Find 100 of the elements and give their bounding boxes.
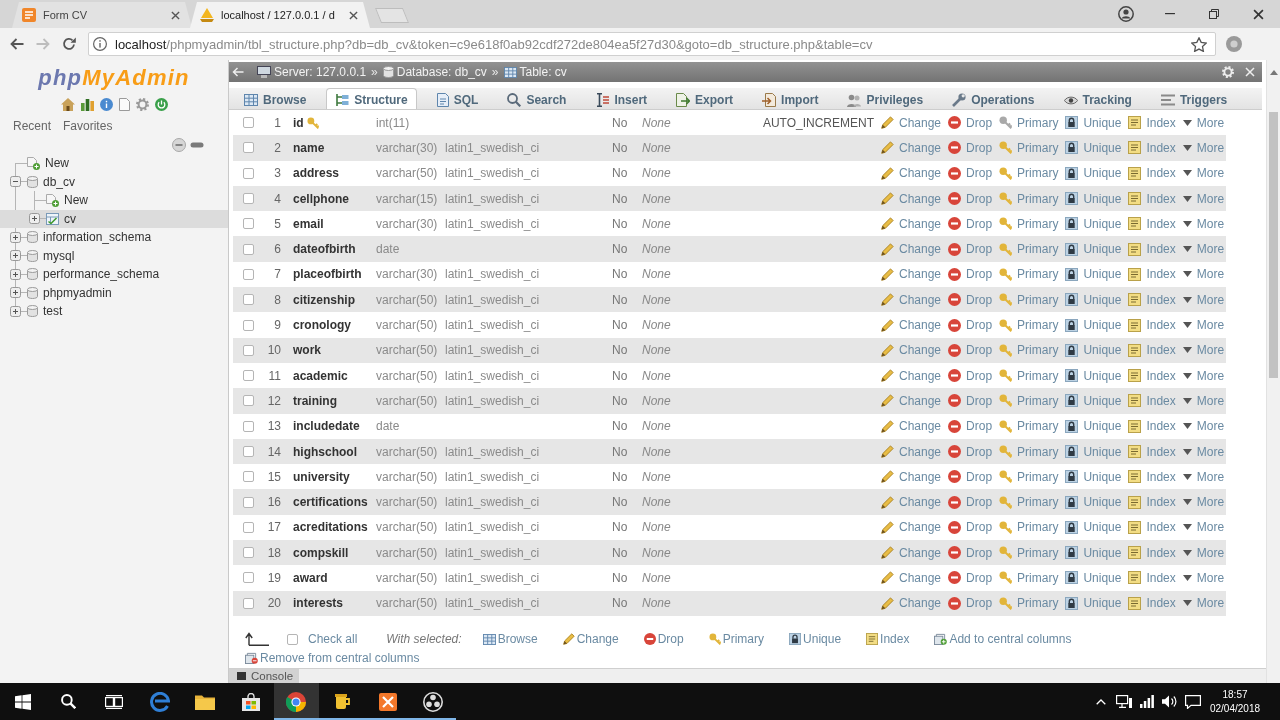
- drop-link[interactable]: Drop: [948, 292, 993, 307]
- info-icon[interactable]: [93, 37, 107, 51]
- unique-link[interactable]: Unique: [789, 629, 842, 649]
- drop-link[interactable]: Drop: [948, 495, 993, 510]
- breadcrumb-link[interactable]: Table: cv: [503, 65, 567, 79]
- more-link[interactable]: More: [1182, 343, 1225, 358]
- index-link[interactable]: Index: [1128, 469, 1176, 484]
- index-link[interactable]: Index: [1128, 115, 1176, 130]
- tab[interactable]: Tracking: [1054, 88, 1141, 109]
- unique-link[interactable]: Unique: [1065, 140, 1122, 155]
- tree-item[interactable]: db_cv: [0, 172, 228, 191]
- index-link[interactable]: Index: [1128, 166, 1176, 181]
- extension-icon[interactable]: [1226, 36, 1242, 52]
- checkbox[interactable]: [242, 547, 254, 559]
- drop-link[interactable]: Drop: [948, 596, 993, 611]
- primary-link[interactable]: Primary: [999, 191, 1059, 206]
- minimize-icon[interactable]: [1165, 13, 1175, 15]
- left-arrow-icon[interactable]: [232, 67, 244, 77]
- more-link[interactable]: More: [1182, 393, 1225, 408]
- browse-link[interactable]: Browse: [482, 629, 538, 649]
- change-link[interactable]: Change: [881, 444, 942, 459]
- plus-box-icon[interactable]: [10, 268, 21, 280]
- index-link[interactable]: Index: [1128, 596, 1176, 611]
- primary-link[interactable]: Primary: [999, 318, 1059, 332]
- link-icon[interactable]: [190, 142, 204, 148]
- unique-link[interactable]: Unique: [1065, 318, 1122, 332]
- drop-link[interactable]: Drop: [948, 216, 993, 231]
- change-link[interactable]: Change: [562, 629, 619, 649]
- primary-link[interactable]: Primary: [999, 267, 1059, 282]
- tree-item[interactable]: New: [0, 191, 228, 210]
- primary-link[interactable]: Primary: [999, 115, 1059, 130]
- drop-link[interactable]: Drop: [643, 629, 684, 649]
- change-link[interactable]: Change: [881, 571, 942, 585]
- checkbox[interactable]: [242, 117, 254, 129]
- close-icon[interactable]: [1252, 8, 1264, 20]
- primary-link[interactable]: Primary: [999, 242, 1059, 257]
- more-link[interactable]: More: [1182, 318, 1225, 332]
- drop-link[interactable]: Drop: [948, 166, 993, 181]
- address-field[interactable]: localhost/phpmyadmin/tbl_structure.php?db=db_cv&token=c9e618f0ab92cdf272de804ea5f27d30&goto=db_structure.php&table=cv: [88, 32, 1216, 56]
- more-link[interactable]: More: [1182, 242, 1225, 257]
- more-link[interactable]: More: [1182, 115, 1225, 130]
- unique-link[interactable]: Unique: [1065, 242, 1122, 257]
- more-link[interactable]: More: [1182, 166, 1225, 181]
- checkbox[interactable]: [242, 420, 254, 432]
- checkbox[interactable]: [242, 395, 254, 407]
- drop-link[interactable]: Drop: [948, 343, 993, 358]
- plus-box-icon[interactable]: [29, 213, 40, 225]
- drop-link[interactable]: Drop: [948, 318, 993, 332]
- restore-icon[interactable]: [1209, 9, 1219, 19]
- tree-item[interactable]: information_schema: [0, 228, 228, 247]
- primary-link[interactable]: Primary: [999, 140, 1059, 155]
- checkbox[interactable]: [242, 268, 254, 280]
- document-icon[interactable]: [118, 98, 130, 111]
- more-link[interactable]: More: [1182, 469, 1225, 484]
- minus-box-icon[interactable]: [10, 176, 21, 188]
- tab[interactable]: Structure: [326, 88, 417, 109]
- close-icon[interactable]: [349, 10, 358, 20]
- primary-link[interactable]: Primary: [999, 520, 1059, 535]
- change-link[interactable]: Change: [881, 115, 942, 130]
- index-link[interactable]: Index: [1128, 140, 1176, 155]
- unique-link[interactable]: Unique: [1065, 267, 1122, 282]
- tab[interactable]: Import: [753, 88, 828, 109]
- tree-item[interactable]: performance_schema: [0, 265, 228, 284]
- change-link[interactable]: Change: [881, 495, 942, 510]
- change-link[interactable]: Change: [881, 368, 942, 383]
- checkbox[interactable]: [242, 142, 254, 154]
- browser-tab[interactable]: Form CV: [12, 2, 192, 28]
- tab[interactable]: Browse: [235, 88, 316, 109]
- scrollbar-thumb[interactable]: [1269, 112, 1278, 378]
- primary-link[interactable]: Primary: [999, 469, 1059, 484]
- tab[interactable]: Privileges: [838, 88, 933, 109]
- drop-link[interactable]: Drop: [948, 393, 993, 408]
- scrollbar[interactable]: [1266, 60, 1280, 683]
- up-arrow-icon[interactable]: [1269, 70, 1278, 75]
- back-icon[interactable]: [10, 38, 24, 50]
- more-link[interactable]: More: [1182, 419, 1225, 434]
- more-link[interactable]: More: [1182, 596, 1225, 611]
- windows-icon[interactable]: [14, 693, 31, 710]
- index-link[interactable]: Index: [1128, 267, 1176, 282]
- checkbox[interactable]: [287, 633, 298, 645]
- change-link[interactable]: Change: [881, 267, 942, 282]
- drop-link[interactable]: Drop: [948, 419, 993, 434]
- drop-link[interactable]: Drop: [948, 545, 993, 560]
- primary-link[interactable]: Primary: [999, 216, 1059, 231]
- tree-item[interactable]: test: [0, 302, 228, 321]
- primary-link[interactable]: Primary: [999, 495, 1059, 510]
- tab[interactable]: Insert: [586, 88, 657, 109]
- index-link[interactable]: Index: [1128, 318, 1176, 332]
- unique-link[interactable]: Unique: [1065, 393, 1122, 408]
- unique-link[interactable]: Unique: [1065, 444, 1122, 459]
- change-link[interactable]: Change: [881, 419, 942, 434]
- drop-link[interactable]: Drop: [948, 520, 993, 535]
- checkbox[interactable]: [242, 572, 254, 584]
- index-link[interactable]: Index: [1128, 520, 1176, 535]
- sidebar-tab[interactable]: Favorites: [60, 118, 116, 134]
- primary-link[interactable]: Primary: [708, 629, 765, 649]
- primary-link[interactable]: Primary: [999, 571, 1059, 585]
- drop-link[interactable]: Drop: [948, 115, 993, 130]
- plus-box-icon[interactable]: [10, 305, 21, 317]
- checkbox[interactable]: [242, 521, 254, 533]
